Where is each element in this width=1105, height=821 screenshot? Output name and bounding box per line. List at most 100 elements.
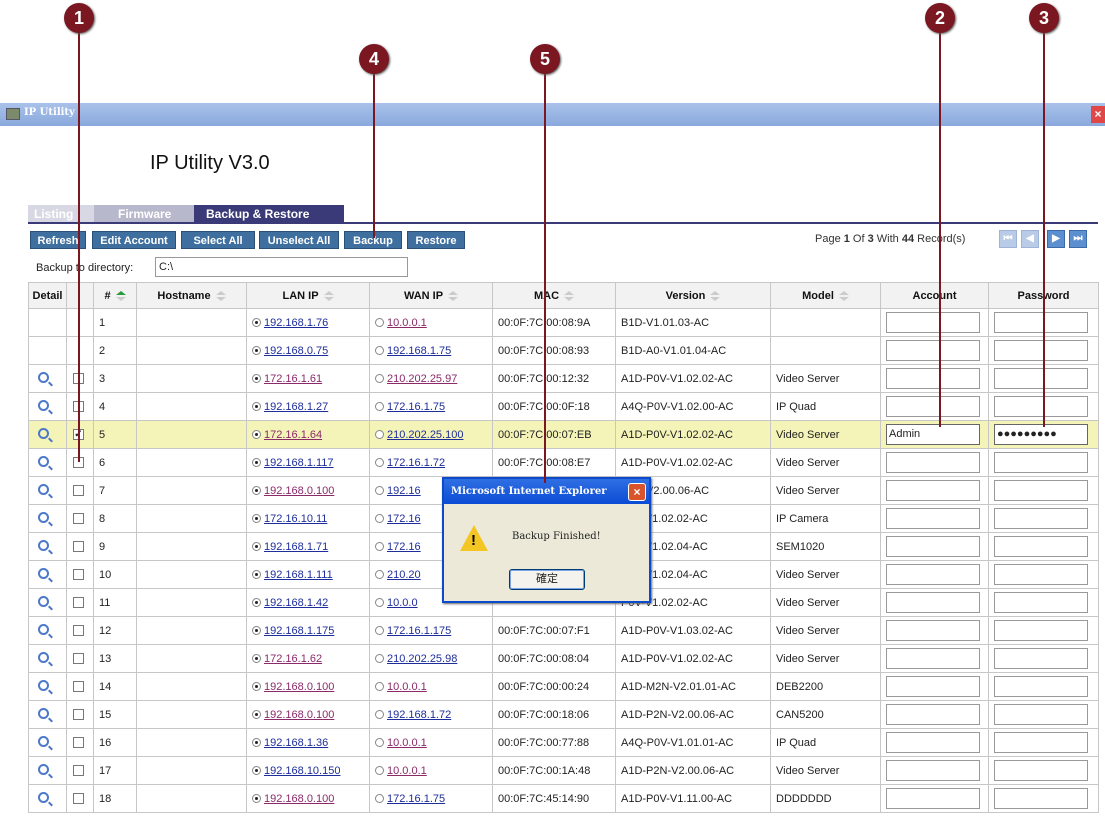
row-checkbox[interactable] <box>73 793 84 805</box>
table-row[interactable]: 2 192.168.0.75 192.168.1.75 00:0F:7C:00:08:… <box>28 336 1099 365</box>
row-checkbox[interactable] <box>73 709 84 721</box>
lan-ip-link[interactable]: 192.168.1.42 <box>264 597 328 609</box>
password-input[interactable]: ●●●●●●●●● <box>994 424 1088 445</box>
lan-ip-link[interactable]: 192.168.1.76 <box>264 317 328 329</box>
sort-arrows-icon[interactable] <box>214 290 226 301</box>
magnifier-icon[interactable] <box>38 399 49 411</box>
column-header-number[interactable]: # <box>93 282 137 309</box>
wan-ip-link[interactable]: 10.0.0.1 <box>387 737 427 749</box>
table-row[interactable]: 17 192.168.10.150 10.0.0.1 00:0F:7C:00:1A:4… <box>28 756 1099 785</box>
edit-account-button[interactable]: Edit Account <box>92 231 176 249</box>
sort-arrows-icon[interactable] <box>114 290 126 301</box>
table-row[interactable]: 13 172.16.1.62 210.202.25.98 00:0F:7C:00:08… <box>28 644 1099 673</box>
table-row[interactable]: 12 192.168.1.175 172.16.1.175 00:0F:7C:00:0… <box>28 616 1099 645</box>
lan-ip-link[interactable]: 192.168.1.27 <box>264 401 328 413</box>
lan-ip-radio[interactable] <box>252 346 261 356</box>
lan-ip-radio[interactable] <box>252 682 261 692</box>
table-row[interactable]: 15 192.168.0.100 192.168.1.72 00:0F:7C:00:1… <box>28 700 1099 729</box>
wan-ip-radio[interactable] <box>375 318 384 328</box>
tab-listing[interactable]: Listing <box>28 205 94 223</box>
wan-ip-radio[interactable] <box>375 682 384 692</box>
wan-ip-link[interactable]: 192.16 <box>387 485 421 497</box>
first-page-icon[interactable]: ⏮ <box>999 230 1017 248</box>
table-row[interactable]: 18 192.168.0.100 172.16.1.75 00:0F:7C:45:14… <box>28 784 1099 813</box>
magnifier-icon[interactable] <box>38 595 49 607</box>
sort-arrows-icon[interactable] <box>837 290 849 301</box>
wan-ip-link[interactable]: 210.202.25.97 <box>387 373 457 385</box>
wan-ip-radio[interactable] <box>375 570 384 580</box>
account-input[interactable] <box>886 368 980 389</box>
account-input[interactable] <box>886 508 980 529</box>
password-input[interactable] <box>994 396 1088 417</box>
magnifier-icon[interactable] <box>38 679 49 691</box>
lan-ip-link[interactable]: 192.168.0.100 <box>264 681 334 693</box>
table-row[interactable]: 14 192.168.0.100 10.0.0.1 00:0F:7C:00:00:24… <box>28 672 1099 701</box>
sort-arrows-icon[interactable] <box>322 290 334 301</box>
table-row[interactable]: 16 192.168.1.36 10.0.0.1 00:0F:7C:00:77:88 A… <box>28 728 1099 757</box>
lan-ip-link[interactable]: 172.16.1.62 <box>264 653 322 665</box>
lan-ip-radio[interactable] <box>252 794 261 804</box>
lan-ip-radio[interactable] <box>252 318 261 328</box>
lan-ip-radio[interactable] <box>252 738 261 748</box>
account-input[interactable] <box>886 536 980 557</box>
wan-ip-radio[interactable] <box>375 374 384 384</box>
lan-ip-link[interactable]: 192.168.0.75 <box>264 345 328 357</box>
wan-ip-radio[interactable] <box>375 402 384 412</box>
wan-ip-radio[interactable] <box>375 542 384 552</box>
row-checkbox[interactable] <box>73 569 84 581</box>
wan-ip-radio[interactable] <box>375 626 384 636</box>
sort-arrows-icon[interactable] <box>708 290 721 301</box>
account-input[interactable] <box>886 732 980 753</box>
password-input[interactable] <box>994 620 1088 641</box>
account-input[interactable] <box>886 592 980 613</box>
lan-ip-radio[interactable] <box>252 374 261 384</box>
password-input[interactable] <box>994 312 1088 333</box>
column-header-model[interactable]: Model <box>770 282 881 309</box>
dialog-close-icon[interactable]: × <box>628 483 646 501</box>
lan-ip-radio[interactable] <box>252 458 261 468</box>
magnifier-icon[interactable] <box>38 567 49 579</box>
restore-button[interactable]: Restore <box>407 231 465 249</box>
account-input[interactable] <box>886 704 980 725</box>
lan-ip-link[interactable]: 192.168.1.111 <box>264 569 333 581</box>
wan-ip-radio[interactable] <box>375 598 384 608</box>
account-input[interactable] <box>886 620 980 641</box>
magnifier-icon[interactable] <box>38 511 49 523</box>
lan-ip-link[interactable]: 192.168.1.117 <box>264 457 334 469</box>
table-row[interactable]: 4 192.168.1.27 172.16.1.75 00:0F:7C:00:0F:1… <box>28 392 1099 421</box>
magnifier-icon[interactable] <box>38 371 49 383</box>
lan-ip-radio[interactable] <box>252 430 261 440</box>
ok-button[interactable]: 確定 <box>509 569 585 590</box>
wan-ip-link[interactable]: 192.168.1.72 <box>387 709 451 721</box>
select-all-button[interactable]: Select All <box>181 231 255 249</box>
wan-ip-link[interactable]: 10.0.0.1 <box>387 681 427 693</box>
password-input[interactable] <box>994 760 1088 781</box>
account-input[interactable] <box>886 760 980 781</box>
wan-ip-link[interactable]: 172.16.1.75 <box>387 401 445 413</box>
magnifier-icon[interactable] <box>38 791 49 803</box>
password-input[interactable] <box>994 592 1088 613</box>
column-header-version[interactable]: Version <box>615 282 771 309</box>
account-input[interactable] <box>886 564 980 585</box>
wan-ip-radio[interactable] <box>375 766 384 776</box>
row-checkbox[interactable] <box>73 625 84 637</box>
unselect-all-button[interactable]: Unselect All <box>259 231 339 249</box>
row-checkbox[interactable] <box>73 485 84 497</box>
magnifier-icon[interactable] <box>38 455 49 467</box>
lan-ip-radio[interactable] <box>252 654 261 664</box>
wan-ip-link[interactable]: 172.16.1.175 <box>387 625 451 637</box>
backup-directory-input[interactable]: C:\ <box>155 257 408 277</box>
magnifier-icon[interactable] <box>38 707 49 719</box>
wan-ip-radio[interactable] <box>375 654 384 664</box>
account-input[interactable] <box>886 480 980 501</box>
password-input[interactable] <box>994 676 1088 697</box>
magnifier-icon[interactable] <box>38 763 49 775</box>
lan-ip-link[interactable]: 192.168.1.175 <box>264 625 334 637</box>
lan-ip-link[interactable]: 192.168.1.71 <box>264 541 328 553</box>
wan-ip-radio[interactable] <box>375 346 384 356</box>
table-row[interactable]: 1 192.168.1.76 10.0.0.1 00:0F:7C:00:08:9AB1… <box>28 308 1099 337</box>
row-checkbox[interactable] <box>73 597 84 609</box>
prev-page-icon[interactable]: ◀ <box>1021 230 1039 248</box>
password-input[interactable] <box>994 732 1088 753</box>
row-checkbox[interactable] <box>73 765 84 777</box>
